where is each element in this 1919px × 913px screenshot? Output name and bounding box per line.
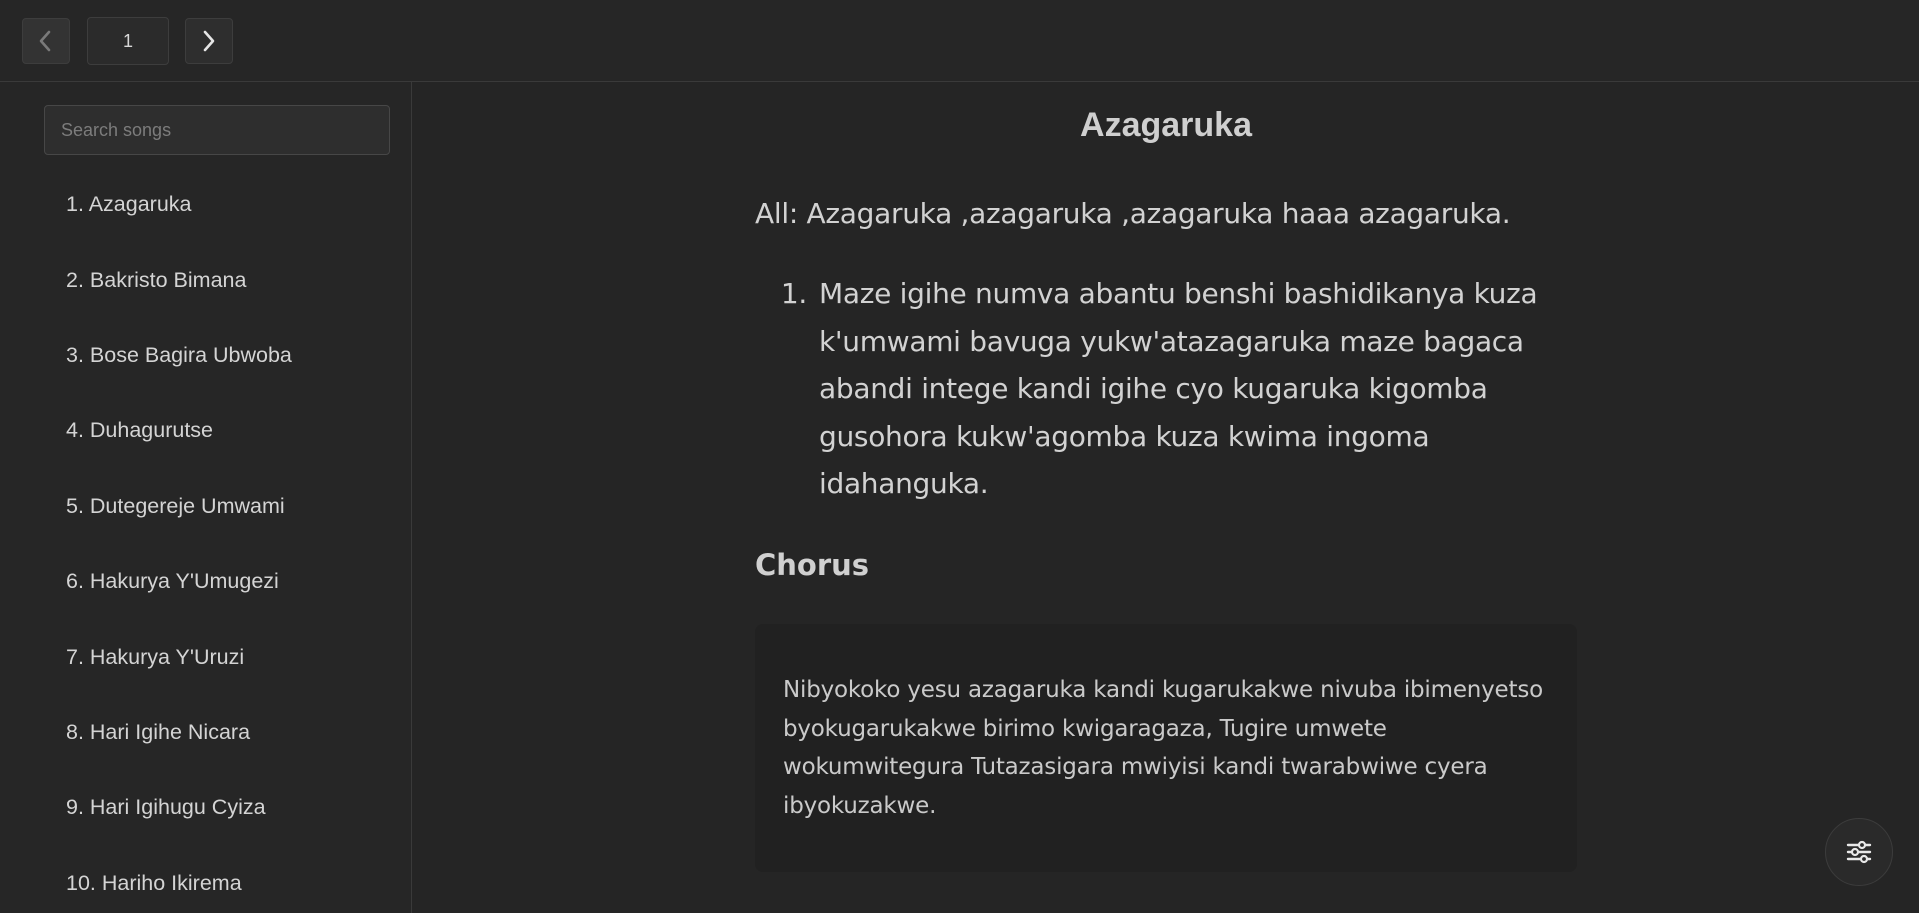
settings-button[interactable] — [1825, 818, 1893, 886]
chorus-box: Nibyokoko yesu azagaruka kandi kugarukak… — [755, 624, 1577, 872]
song-sidebar: 1. Azagaruka 2. Bakristo Bimana 3. Bose … — [0, 82, 412, 913]
sliders-icon — [1846, 840, 1872, 864]
song-list-item[interactable]: 5. Dutegereje Umwami — [0, 469, 410, 544]
song-list-item[interactable]: 2. Bakristo Bimana — [0, 242, 410, 317]
song-list-item[interactable]: 10. Hariho Ikirema — [0, 846, 410, 913]
song-list-item[interactable]: 8. Hari Igihe Nicara — [0, 695, 410, 770]
lyrics: All: Azagaruka ,azagaruka ,azagaruka haa… — [755, 194, 1545, 508]
verse-text: Maze igihe numva abantu benshi bashidika… — [819, 277, 1538, 500]
top-toolbar — [0, 0, 1919, 82]
song-list-item[interactable]: 1. Azagaruka — [0, 167, 410, 242]
song-content: Azagaruka All: Azagaruka ,azagaruka ,aza… — [413, 82, 1919, 913]
song-list-item[interactable]: 9. Hari Igihugu Cyiza — [0, 770, 410, 845]
song-list-item[interactable]: 3. Bose Bagira Ubwoba — [0, 318, 410, 393]
song-list-item[interactable]: 7. Hakurya Y'Uruzi — [0, 619, 410, 694]
chorus-heading: Chorus — [755, 548, 870, 582]
song-list-item[interactable]: 6. Hakurya Y'Umugezi — [0, 544, 410, 619]
page-number-input[interactable] — [87, 17, 169, 65]
chevron-right-icon — [203, 30, 215, 52]
chevron-left-icon — [39, 30, 51, 52]
song-title: Azagaruka — [1080, 106, 1252, 144]
all-line: All: Azagaruka ,azagaruka ,azagaruka haa… — [755, 197, 1511, 230]
song-list: 1. Azagaruka 2. Bakristo Bimana 3. Bose … — [0, 167, 410, 913]
search-input[interactable] — [44, 105, 390, 155]
next-page-button[interactable] — [185, 18, 233, 64]
verse: 1. Maze igihe numva abantu benshi bashid… — [755, 270, 1545, 508]
verse-number: 1. — [780, 277, 807, 310]
chorus-text: Nibyokoko yesu azagaruka kandi kugarukak… — [783, 677, 1543, 819]
previous-page-button[interactable] — [22, 18, 70, 64]
song-list-item[interactable]: 4. Duhagurutse — [0, 393, 410, 468]
